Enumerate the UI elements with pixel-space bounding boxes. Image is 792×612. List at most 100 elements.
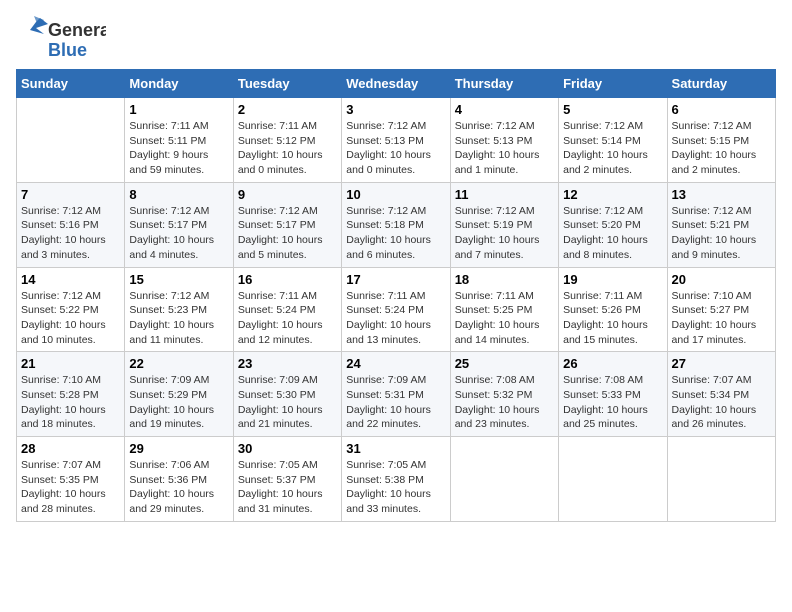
calendar-table: SundayMondayTuesdayWednesdayThursdayFrid… — [16, 69, 776, 522]
day-number: 19 — [563, 272, 662, 287]
day-info: Sunrise: 7:12 AM Sunset: 5:15 PM Dayligh… — [672, 119, 771, 178]
day-info: Sunrise: 7:12 AM Sunset: 5:17 PM Dayligh… — [129, 204, 228, 263]
day-info: Sunrise: 7:12 AM Sunset: 5:18 PM Dayligh… — [346, 204, 445, 263]
day-info: Sunrise: 7:12 AM Sunset: 5:17 PM Dayligh… — [238, 204, 337, 263]
calendar-day-cell: 14Sunrise: 7:12 AM Sunset: 5:22 PM Dayli… — [17, 267, 125, 352]
day-info: Sunrise: 7:11 AM Sunset: 5:11 PM Dayligh… — [129, 119, 228, 178]
calendar-body: 1 Sunrise: 7:11 AM Sunset: 5:11 PM Daylig… — [17, 98, 776, 522]
day-number: 31 — [346, 441, 445, 456]
calendar-week-row: 7 Sunrise: 7:12 AM Sunset: 5:16 PM Daylig… — [17, 182, 776, 267]
calendar-day-cell: 30 Sunrise: 7:05 AM Sunset: 5:37 PM Dayli… — [233, 437, 341, 522]
day-number: 13 — [672, 187, 771, 202]
day-info: Sunrise: 7:07 AM Sunset: 5:34 PM Dayligh… — [672, 373, 771, 432]
calendar-day-cell: 19Sunrise: 7:11 AM Sunset: 5:26 PM Dayli… — [559, 267, 667, 352]
day-info: Sunrise: 7:09 AM Sunset: 5:30 PM Dayligh… — [238, 373, 337, 432]
day-info: Sunrise: 7:10 AM Sunset: 5:27 PM Dayligh… — [672, 289, 771, 348]
day-number: 17 — [346, 272, 445, 287]
day-info: Sunrise: 7:11 AM Sunset: 5:24 PM Dayligh… — [238, 289, 337, 348]
day-number: 7 — [21, 187, 120, 202]
day-number: 28 — [21, 441, 120, 456]
day-number: 9 — [238, 187, 337, 202]
day-info: Sunrise: 7:11 AM Sunset: 5:25 PM Dayligh… — [455, 289, 554, 348]
day-info: Sunrise: 7:12 AM Sunset: 5:23 PM Dayligh… — [129, 289, 228, 348]
calendar-day-cell: 11 Sunrise: 7:12 AM Sunset: 5:19 PM Dayli… — [450, 182, 558, 267]
calendar-day-cell: 20 Sunrise: 7:10 AM Sunset: 5:27 PM Dayli… — [667, 267, 775, 352]
page-header: General Blue — [16, 16, 776, 61]
calendar-day-cell — [17, 98, 125, 183]
weekday-header-cell: Sunday — [17, 70, 125, 98]
day-info: Sunrise: 7:10 AM Sunset: 5:28 PM Dayligh… — [21, 373, 120, 432]
day-info: Sunrise: 7:11 AM Sunset: 5:24 PM Dayligh… — [346, 289, 445, 348]
day-number: 21 — [21, 356, 120, 371]
day-number: 20 — [672, 272, 771, 287]
calendar-day-cell: 18 Sunrise: 7:11 AM Sunset: 5:25 PM Dayli… — [450, 267, 558, 352]
day-number: 18 — [455, 272, 554, 287]
calendar-day-cell — [667, 437, 775, 522]
day-info: Sunrise: 7:11 AM Sunset: 5:12 PM Dayligh… — [238, 119, 337, 178]
day-info: Sunrise: 7:12 AM Sunset: 5:13 PM Dayligh… — [455, 119, 554, 178]
calendar-day-cell — [559, 437, 667, 522]
day-number: 30 — [238, 441, 337, 456]
calendar-day-cell: 31Sunrise: 7:05 AM Sunset: 5:38 PM Dayli… — [342, 437, 450, 522]
weekday-header-cell: Tuesday — [233, 70, 341, 98]
calendar-week-row: 21 Sunrise: 7:10 AM Sunset: 5:28 PM Dayli… — [17, 352, 776, 437]
calendar-day-cell: 15 Sunrise: 7:12 AM Sunset: 5:23 PM Dayli… — [125, 267, 233, 352]
day-info: Sunrise: 7:12 AM Sunset: 5:19 PM Dayligh… — [455, 204, 554, 263]
day-number: 5 — [563, 102, 662, 117]
day-number: 22 — [129, 356, 228, 371]
day-number: 26 — [563, 356, 662, 371]
calendar-day-cell — [450, 437, 558, 522]
calendar-day-cell: 16 Sunrise: 7:11 AM Sunset: 5:24 PM Dayli… — [233, 267, 341, 352]
calendar-day-cell: 2 Sunrise: 7:11 AM Sunset: 5:12 PM Daylig… — [233, 98, 341, 183]
day-info: Sunrise: 7:12 AM Sunset: 5:13 PM Dayligh… — [346, 119, 445, 178]
day-number: 23 — [238, 356, 337, 371]
calendar-week-row: 1 Sunrise: 7:11 AM Sunset: 5:11 PM Daylig… — [17, 98, 776, 183]
day-number: 12 — [563, 187, 662, 202]
day-number: 29 — [129, 441, 228, 456]
calendar-day-cell: 12 Sunrise: 7:12 AM Sunset: 5:20 PM Dayli… — [559, 182, 667, 267]
calendar-week-row: 14Sunrise: 7:12 AM Sunset: 5:22 PM Dayli… — [17, 267, 776, 352]
day-number: 15 — [129, 272, 228, 287]
day-info: Sunrise: 7:09 AM Sunset: 5:29 PM Dayligh… — [129, 373, 228, 432]
day-info: Sunrise: 7:07 AM Sunset: 5:35 PM Dayligh… — [21, 458, 120, 517]
day-info: Sunrise: 7:05 AM Sunset: 5:37 PM Dayligh… — [238, 458, 337, 517]
day-number: 6 — [672, 102, 771, 117]
calendar-day-cell: 22 Sunrise: 7:09 AM Sunset: 5:29 PM Dayli… — [125, 352, 233, 437]
day-number: 27 — [672, 356, 771, 371]
weekday-header-cell: Thursday — [450, 70, 558, 98]
day-info: Sunrise: 7:08 AM Sunset: 5:33 PM Dayligh… — [563, 373, 662, 432]
weekday-header-row: SundayMondayTuesdayWednesdayThursdayFrid… — [17, 70, 776, 98]
weekday-header-cell: Wednesday — [342, 70, 450, 98]
day-info: Sunrise: 7:12 AM Sunset: 5:16 PM Dayligh… — [21, 204, 120, 263]
svg-text:General: General — [48, 20, 106, 40]
calendar-day-cell: 3Sunrise: 7:12 AM Sunset: 5:13 PM Daylig… — [342, 98, 450, 183]
day-number: 10 — [346, 187, 445, 202]
day-info: Sunrise: 7:12 AM Sunset: 5:21 PM Dayligh… — [672, 204, 771, 263]
day-number: 24 — [346, 356, 445, 371]
calendar-day-cell: 13 Sunrise: 7:12 AM Sunset: 5:21 PM Dayli… — [667, 182, 775, 267]
calendar-day-cell: 26 Sunrise: 7:08 AM Sunset: 5:33 PM Dayli… — [559, 352, 667, 437]
day-info: Sunrise: 7:09 AM Sunset: 5:31 PM Dayligh… — [346, 373, 445, 432]
logo: General Blue — [16, 16, 106, 61]
weekday-header-cell: Friday — [559, 70, 667, 98]
day-number: 16 — [238, 272, 337, 287]
day-number: 11 — [455, 187, 554, 202]
calendar-day-cell: 27 Sunrise: 7:07 AM Sunset: 5:34 PM Dayli… — [667, 352, 775, 437]
svg-text:Blue: Blue — [48, 40, 87, 60]
day-info: Sunrise: 7:12 AM Sunset: 5:20 PM Dayligh… — [563, 204, 662, 263]
calendar-day-cell: 8Sunrise: 7:12 AM Sunset: 5:17 PM Daylig… — [125, 182, 233, 267]
day-number: 2 — [238, 102, 337, 117]
calendar-day-cell: 6 Sunrise: 7:12 AM Sunset: 5:15 PM Daylig… — [667, 98, 775, 183]
day-info: Sunrise: 7:12 AM Sunset: 5:14 PM Dayligh… — [563, 119, 662, 178]
calendar-day-cell: 23 Sunrise: 7:09 AM Sunset: 5:30 PM Dayli… — [233, 352, 341, 437]
calendar-day-cell: 21 Sunrise: 7:10 AM Sunset: 5:28 PM Dayli… — [17, 352, 125, 437]
day-number: 4 — [455, 102, 554, 117]
logo-svg: General Blue — [16, 16, 106, 61]
day-number: 1 — [129, 102, 228, 117]
day-number: 25 — [455, 356, 554, 371]
calendar-day-cell: 24 Sunrise: 7:09 AM Sunset: 5:31 PM Dayli… — [342, 352, 450, 437]
day-info: Sunrise: 7:12 AM Sunset: 5:22 PM Dayligh… — [21, 289, 120, 348]
calendar-week-row: 28 Sunrise: 7:07 AM Sunset: 5:35 PM Dayli… — [17, 437, 776, 522]
calendar-day-cell: 25Sunrise: 7:08 AM Sunset: 5:32 PM Dayli… — [450, 352, 558, 437]
weekday-header-cell: Monday — [125, 70, 233, 98]
